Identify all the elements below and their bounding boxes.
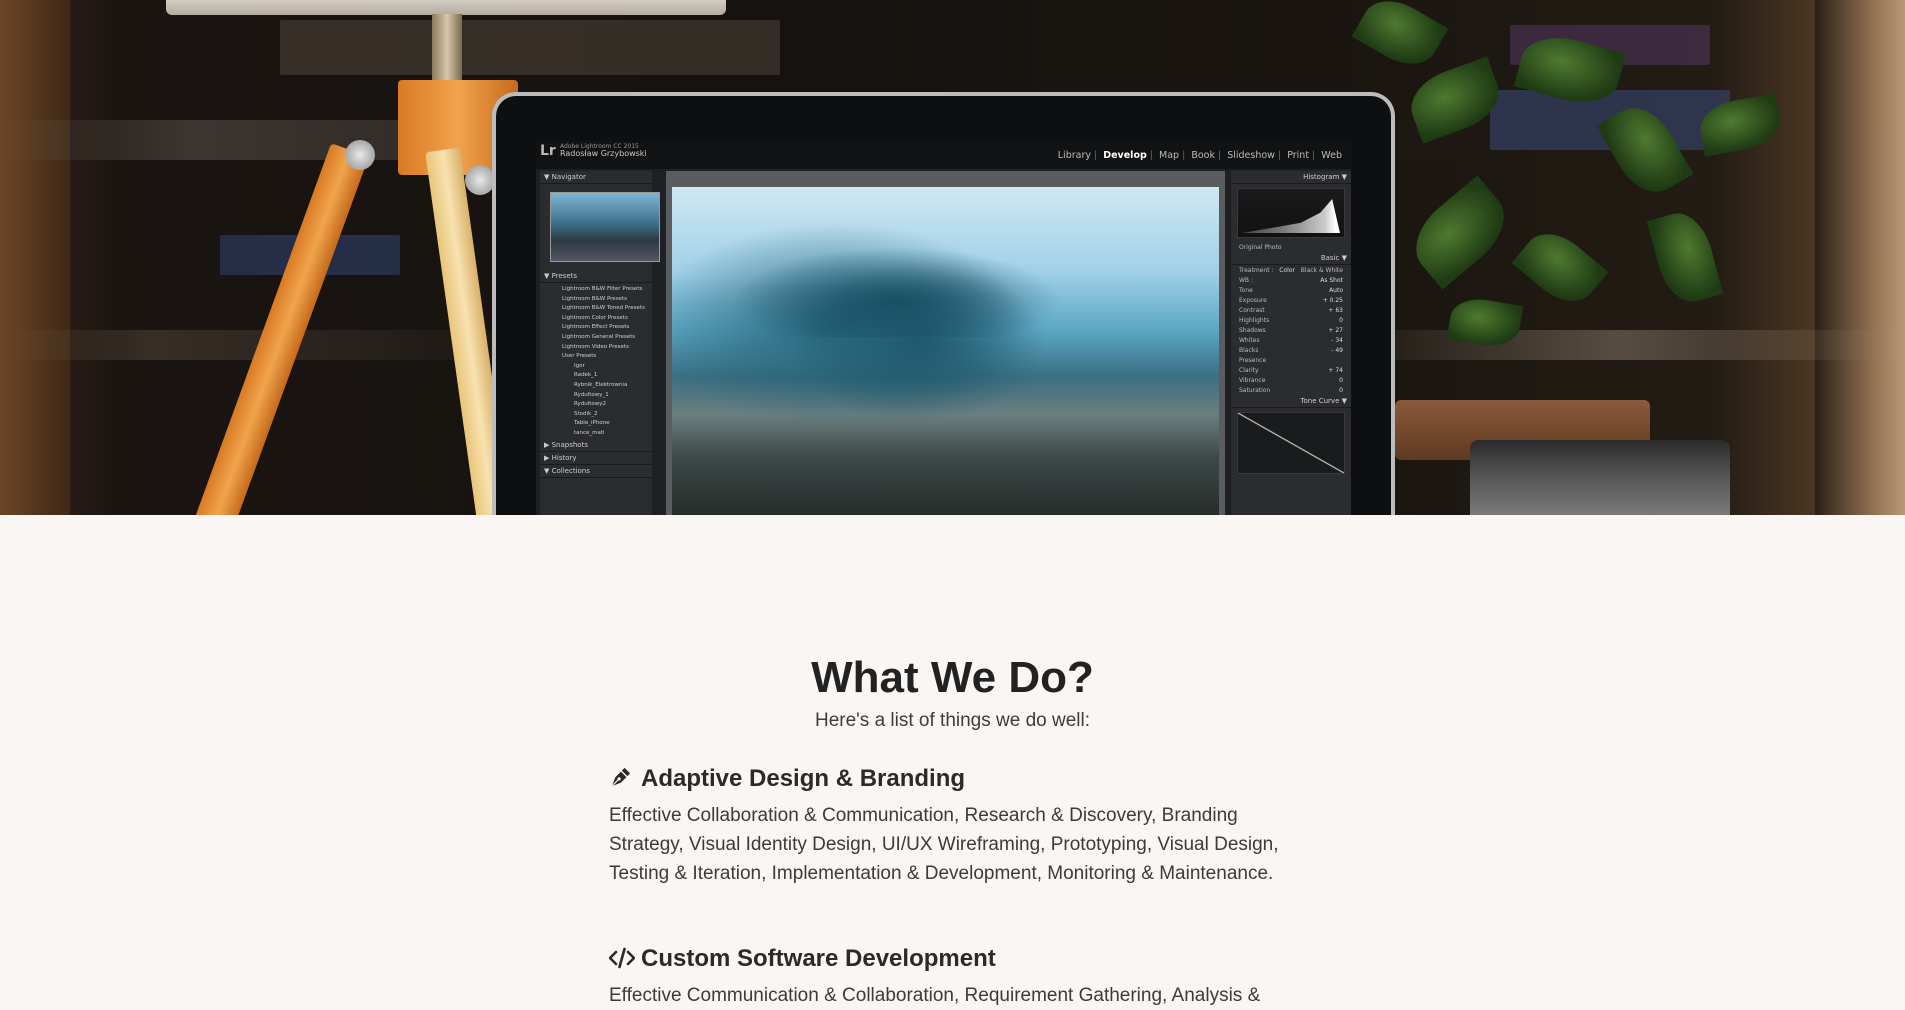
lightroom-logo: Lr [540, 143, 556, 159]
service-item: Custom Software Development Effective Co… [608, 945, 1309, 1010]
preset-item: User Presets [562, 353, 597, 360]
misty-trees [732, 247, 1062, 337]
histogram-graph [1237, 188, 1345, 238]
plant-leaf [1511, 220, 1609, 315]
plant-leaf [1351, 0, 1449, 77]
what-we-do-section: What We Do? Here's a list of things we d… [0, 515, 1905, 1006]
adjustment-row: Highlights 0 [1239, 316, 1343, 324]
glass-jar [1470, 440, 1730, 515]
basic-header: Basic ▼ [1231, 252, 1351, 265]
navigator-header: ▼ Navigator [540, 171, 652, 184]
plant-leaf [1400, 175, 1520, 290]
wood-frame-right [1815, 0, 1905, 515]
preset-item: Lightroom Effect Presets [562, 324, 630, 331]
module-web: Web [1321, 150, 1342, 161]
adjustment-row: Contrast + 63 [1239, 306, 1343, 314]
lightroom-right-panel: Histogram ▼ Original Photo Basic ▼ Treat… [1231, 171, 1351, 515]
collections-header: ▼ Collections [540, 465, 652, 478]
history-header: ▶ History [540, 452, 652, 465]
module-print: Print [1287, 150, 1310, 161]
adjustment-row: Whites - 34 [1239, 336, 1343, 344]
preset-item: Lightroom Color Presets [562, 314, 628, 321]
module-library: Library [1057, 150, 1091, 161]
adjustment-row: Shadows + 27 [1239, 326, 1343, 334]
service-title: Custom Software Development [641, 945, 996, 972]
preset-item: Lightroom B&W Presets [562, 295, 627, 302]
section-subtitle: Here's a list of things we do well: [814, 710, 1091, 731]
preset-item: Lightroom B&W Filter Presets [562, 286, 643, 292]
user-preset-item: Rybnik_Elektrownia [574, 381, 628, 388]
presets-header: ▼ Presets [540, 270, 652, 283]
adjustment-row: Clarity + 74 [1239, 366, 1343, 374]
service-description: Effective Collaboration & Communication,… [609, 805, 1279, 884]
user-preset-item: Stodik_2 [574, 410, 598, 417]
adjustment-row: Exposure + 0.25 [1239, 296, 1343, 304]
lightroom-left-panel: ▼ Navigator ▼ Presets Lightroom B&W Filt… [540, 171, 660, 515]
service-item: Adaptive Design & Branding Effective Col… [609, 765, 1309, 888]
navigator-thumbnail [550, 192, 660, 262]
preset-list: Lightroom B&W Filter Presets Lightroom B… [540, 283, 652, 439]
frosty-landscape-photo [672, 187, 1219, 515]
lamp-knob [465, 165, 495, 195]
tone-curve-graph [1237, 412, 1345, 474]
module-book: Book [1191, 150, 1215, 161]
service-title: Adaptive Design & Branding [641, 765, 966, 792]
user-preset-item: Igor [574, 362, 585, 369]
service-heading: Adaptive Design & Branding [609, 765, 1309, 793]
lightroom-screen: Lr Adobe Lightroom CC 2015 Radosław Grzy… [536, 141, 1351, 515]
presence-row: Presence [1239, 356, 1267, 364]
user-preset-item: Rydultowy_1 [574, 391, 609, 398]
tone-row: Tone Auto [1239, 286, 1343, 294]
book [280, 20, 780, 75]
user-preset-item: tance_mati [574, 429, 605, 436]
user-name: Radosław Grzybowski [560, 149, 647, 158]
histogram-header: Histogram ▼ [1231, 171, 1351, 184]
wood-frame-left [0, 0, 70, 515]
adjustment-row: Saturation 0 [1239, 386, 1343, 394]
lamp-neck [432, 14, 462, 84]
adjustment-row: Vibrance 0 [1239, 376, 1343, 384]
user-preset-item: Rydultowy2 [574, 401, 607, 408]
preset-item: Lightroom General Presets [562, 333, 636, 340]
laptop: Lr Adobe Lightroom CC 2015 Radosław Grzy… [492, 92, 1395, 515]
lightroom-photo-area [666, 171, 1225, 515]
hero-image: Lr Adobe Lightroom CC 2015 Radosław Grzy… [0, 0, 1905, 515]
user-preset-item: Radek_1 [574, 372, 598, 379]
lightroom-identity: Adobe Lightroom CC 2015 Radosław Grzybow… [560, 143, 647, 158]
preset-item: Lightroom B&W Toned Presets [562, 305, 645, 312]
snapshots-header: ▶ Snapshots [540, 439, 652, 452]
user-preset-item: Table_iPhone [574, 420, 610, 427]
lamp-knob [345, 140, 375, 170]
module-map: Map [1159, 150, 1180, 161]
plant-leaf [1646, 206, 1724, 309]
module-picker: Library | Develop | Map | Book | Slideshow | … [1055, 150, 1345, 161]
code-icon [608, 947, 636, 971]
treatment-row: Treatment : Color Black & White [1239, 266, 1343, 274]
module-slideshow: Slideshow [1227, 150, 1275, 161]
pen-nib-icon [609, 767, 633, 791]
lamp-shade [166, 0, 726, 15]
lightroom-top-bar: Lr Adobe Lightroom CC 2015 Radosław Grzy… [536, 141, 1351, 169]
module-develop: Develop [1103, 150, 1147, 161]
original-photo-checkbox: Original Photo [1239, 243, 1282, 251]
adjustment-row: Blacks - 49 [1239, 346, 1343, 354]
service-heading: Custom Software Development [608, 945, 1309, 973]
preset-item: Lightroom Video Presets [562, 343, 629, 350]
tone-curve-header: Tone Curve ▼ [1231, 395, 1351, 408]
section-title: What We Do? [811, 653, 1094, 702]
white-balance-row: WB : As Shot [1239, 276, 1343, 284]
